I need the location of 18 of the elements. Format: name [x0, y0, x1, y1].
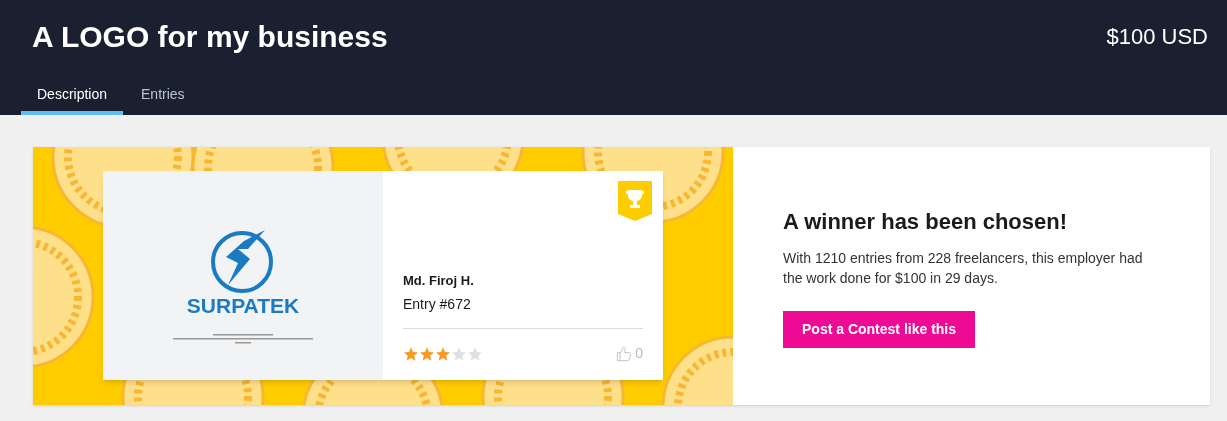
- contest-title: A LOGO for my business: [32, 19, 388, 55]
- entry-number: Entry #672: [403, 295, 472, 314]
- post-contest-button[interactable]: Post a Contest like this: [783, 310, 976, 348]
- star-icon: [451, 345, 467, 362]
- logo-wordmark: SURPATEK: [186, 295, 300, 316]
- coin-drawing: [661, 335, 733, 405]
- star-icon: [419, 345, 435, 362]
- tab[interactable]: Entries: [125, 77, 201, 115]
- prize-amount: $100 USD: [1106, 23, 1208, 51]
- tab[interactable]: Description: [21, 77, 124, 115]
- thumbs-up-icon[interactable]: [616, 345, 633, 362]
- like-count: 0: [635, 344, 643, 363]
- freelancer-name[interactable]: Md. Firoj H.: [403, 270, 643, 290]
- star-icon: [403, 345, 419, 362]
- star-icon: [467, 345, 483, 362]
- result-description: With 1210 entries from 228 freelancers, this employer had the work done for $100 in 29 days.: [783, 248, 1144, 288]
- result-heading: A winner has been chosen!: [783, 207, 1069, 236]
- star-icon: [435, 345, 451, 362]
